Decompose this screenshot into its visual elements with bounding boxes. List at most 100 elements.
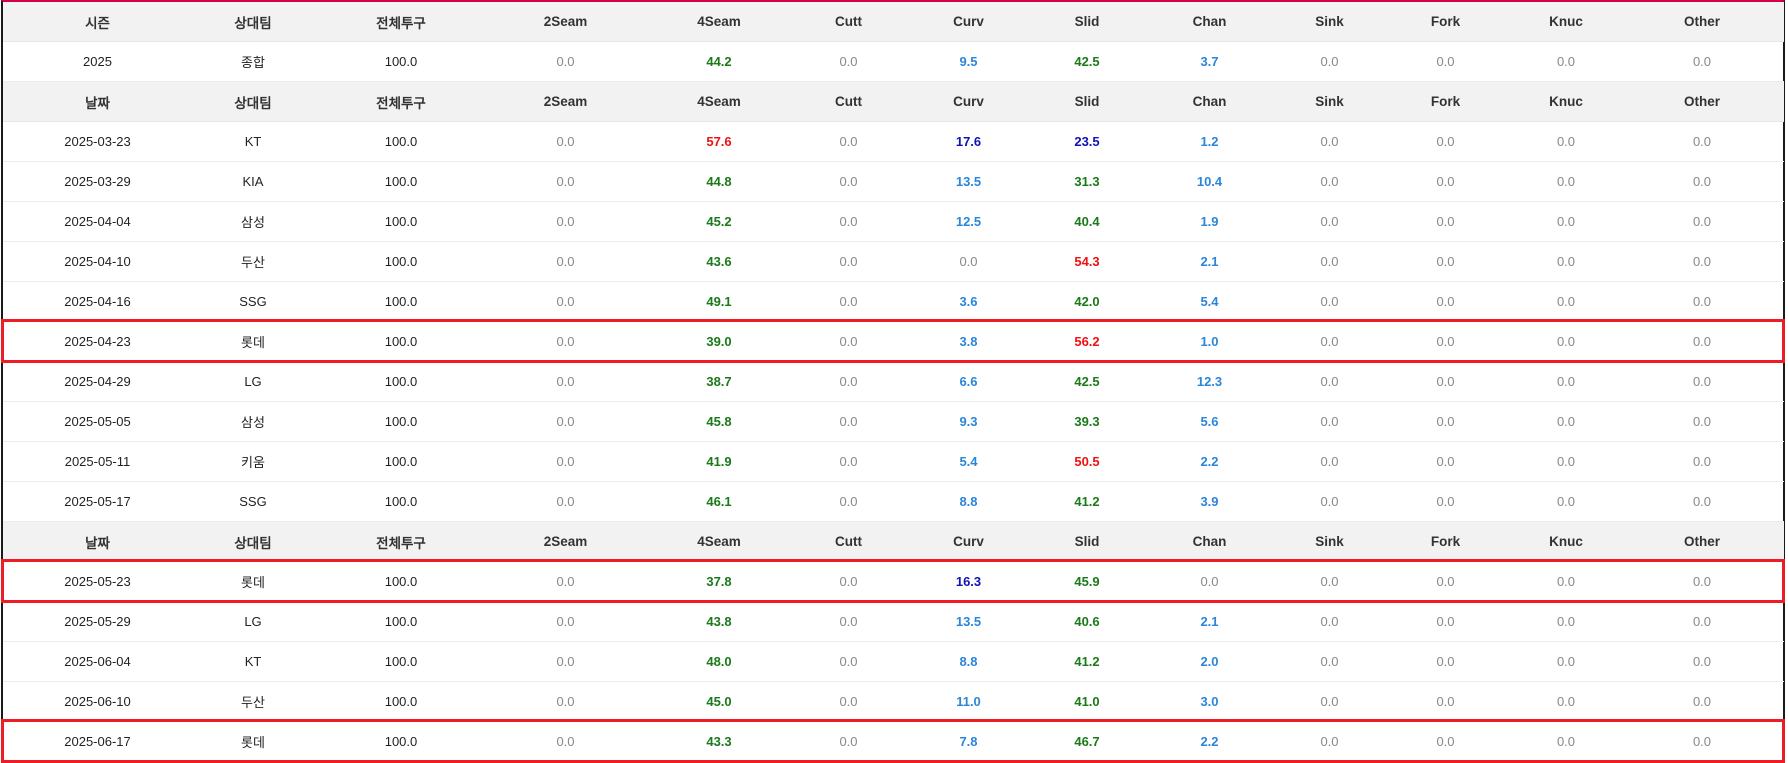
cell-slid: 41.0: [1035, 681, 1139, 722]
cell-sink: 0.0: [1280, 361, 1379, 402]
cell-date: 2025-05-29: [3, 601, 192, 642]
cell-other: 0.0: [1620, 361, 1784, 402]
cell-2seam: 0.0: [488, 161, 643, 202]
cell-cutt: 0.0: [795, 601, 902, 642]
cell-2seam: 0.0: [488, 681, 643, 722]
column-header-other: Other: [1620, 2, 1784, 42]
cell-date: 2025-04-10: [3, 241, 192, 282]
cell-sink: 0.0: [1280, 481, 1379, 522]
cell-chan: 3.0: [1139, 681, 1280, 722]
cell-other: 0.0: [1620, 481, 1784, 522]
cell-total: 100.0: [314, 161, 488, 202]
cell-total: 100.0: [314, 721, 488, 762]
cell-cutt: 0.0: [795, 41, 902, 82]
table-row: 2025-06-04 KT 100.0 0.0 48.0 0.0 8.8 41.2 2.0 0.0…: [3, 641, 1784, 682]
cell-curv: 3.8: [902, 321, 1035, 362]
column-header-slid: Slid: [1035, 521, 1139, 562]
column-header-2seam: 2Seam: [488, 521, 643, 562]
cell-knuc: 0.0: [1512, 361, 1620, 402]
cell-slid: 45.9: [1035, 561, 1139, 602]
cell-other: 0.0: [1620, 201, 1784, 242]
column-header-cutt: Cutt: [795, 81, 902, 122]
cell-4seam: 44.2: [643, 41, 795, 82]
cell-team: SSG: [192, 481, 314, 522]
cell-slid: 39.3: [1035, 401, 1139, 442]
cell-curv: 11.0: [902, 681, 1035, 722]
cell-date: 2025-06-10: [3, 681, 192, 722]
cell-2seam: 0.0: [488, 281, 643, 322]
table-row: 2025-05-11 키움 100.0 0.0 41.9 0.0 5.4 50.5 2.2 0.0…: [3, 441, 1784, 482]
cell-curv: 0.0: [902, 241, 1035, 282]
cell-2seam: 0.0: [488, 361, 643, 402]
cell-sink: 0.0: [1280, 161, 1379, 202]
cell-knuc: 0.0: [1512, 161, 1620, 202]
cell-cutt: 0.0: [795, 561, 902, 602]
column-header-date: 시즌: [3, 2, 192, 42]
cell-fork: 0.0: [1379, 201, 1512, 242]
cell-slid: 41.2: [1035, 481, 1139, 522]
table-header-row: 시즌 상대팀 전체투구 2Seam 4Seam Cutt Curv Slid Chan Sink F…: [3, 2, 1784, 42]
table-row: 2025 종합 100.0 0.0 44.2 0.0 9.5 42.5 3.7 0.0 0.0 0.0…: [3, 41, 1784, 82]
cell-fork: 0.0: [1379, 281, 1512, 322]
cell-chan: 10.4: [1139, 161, 1280, 202]
cell-fork: 0.0: [1379, 361, 1512, 402]
cell-curv: 6.6: [902, 361, 1035, 402]
cell-date: 2025-03-29: [3, 161, 192, 202]
column-header-total: 전체투구: [314, 2, 488, 42]
cell-slid: 31.3: [1035, 161, 1139, 202]
cell-2seam: 0.0: [488, 201, 643, 242]
cell-sink: 0.0: [1280, 41, 1379, 82]
cell-sink: 0.0: [1280, 681, 1379, 722]
cell-2seam: 0.0: [488, 401, 643, 442]
cell-team: LG: [192, 361, 314, 402]
cell-other: 0.0: [1620, 41, 1784, 82]
cell-team: LG: [192, 601, 314, 642]
cell-team: KT: [192, 641, 314, 682]
cell-chan: 1.9: [1139, 201, 1280, 242]
cell-chan: 2.1: [1139, 601, 1280, 642]
cell-knuc: 0.0: [1512, 241, 1620, 282]
cell-date: 2025-04-16: [3, 281, 192, 322]
cell-fork: 0.0: [1379, 641, 1512, 682]
cell-team: 삼성: [192, 201, 314, 242]
cell-4seam: 45.8: [643, 401, 795, 442]
column-header-4seam: 4Seam: [643, 2, 795, 42]
cell-team: SSG: [192, 281, 314, 322]
cell-chan: 1.0: [1139, 321, 1280, 362]
table-row: 2025-06-10 두산 100.0 0.0 45.0 0.0 11.0 41.0 3.0 0.…: [3, 681, 1784, 722]
cell-date: 2025-04-29: [3, 361, 192, 402]
cell-chan: 3.7: [1139, 41, 1280, 82]
cell-cutt: 0.0: [795, 401, 902, 442]
cell-4seam: 38.7: [643, 361, 795, 402]
column-header-date: 날짜: [3, 81, 192, 122]
cell-other: 0.0: [1620, 241, 1784, 282]
table-row: 2025-03-23 KT 100.0 0.0 57.6 0.0 17.6 23.5 1.2 0.…: [3, 121, 1784, 162]
cell-slid: 42.5: [1035, 361, 1139, 402]
cell-knuc: 0.0: [1512, 561, 1620, 602]
cell-fork: 0.0: [1379, 481, 1512, 522]
cell-chan: 12.3: [1139, 361, 1280, 402]
cell-date: 2025-06-04: [3, 641, 192, 682]
cell-sink: 0.0: [1280, 721, 1379, 762]
column-header-sink: Sink: [1280, 81, 1379, 122]
cell-knuc: 0.0: [1512, 481, 1620, 522]
cell-slid: 42.5: [1035, 41, 1139, 82]
cell-team: 롯데: [192, 721, 314, 762]
column-header-slid: Slid: [1035, 81, 1139, 122]
cell-chan: 1.2: [1139, 121, 1280, 162]
cell-knuc: 0.0: [1512, 601, 1620, 642]
cell-total: 100.0: [314, 41, 488, 82]
column-header-2seam: 2Seam: [488, 2, 643, 42]
column-header-other: Other: [1620, 521, 1784, 562]
cell-slid: 50.5: [1035, 441, 1139, 482]
cell-4seam: 44.8: [643, 161, 795, 202]
table-row: 2025-05-05 삼성 100.0 0.0 45.8 0.0 9.3 39.3 5.6 0.0…: [3, 401, 1784, 442]
cell-curv: 12.5: [902, 201, 1035, 242]
cell-cutt: 0.0: [795, 641, 902, 682]
cell-2seam: 0.0: [488, 481, 643, 522]
cell-other: 0.0: [1620, 721, 1784, 762]
cell-date: 2025: [3, 41, 192, 82]
table-row: 2025-04-16 SSG 100.0 0.0 49.1 0.0 3.6 42.0 5.4 0.…: [3, 281, 1784, 322]
cell-knuc: 0.0: [1512, 321, 1620, 362]
table-row-highlighted: 2025-04-23 롯데 100.0 0.0 39.0 0.0 3.8 56.2 1.0 0.0…: [3, 321, 1784, 362]
